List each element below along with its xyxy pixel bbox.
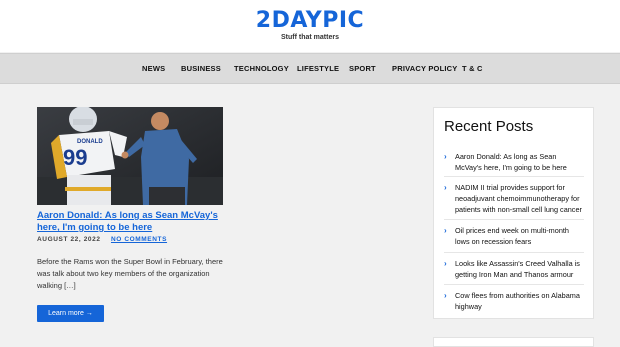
site-header: 2DAYPIC Stuff that matters bbox=[0, 0, 620, 52]
post-divider bbox=[444, 284, 584, 285]
recent-post-link[interactable]: › Cow flees from authorities on Alabama … bbox=[444, 290, 584, 312]
article-date: AUGUST 22, 2022 bbox=[37, 236, 101, 243]
nav-item-lifestyle[interactable]: LIFESTYLE bbox=[297, 64, 339, 73]
nav-item-sport[interactable]: SPORT bbox=[349, 64, 376, 73]
article-comments-link[interactable]: NO COMMENTS bbox=[111, 236, 167, 243]
recent-post-link[interactable]: › NADIM II trial provides support for ne… bbox=[444, 182, 584, 215]
chevron-right-icon: › bbox=[444, 291, 447, 300]
nav-item-business[interactable]: BUSINESS bbox=[181, 64, 221, 73]
site-tagline: Stuff that matters bbox=[281, 34, 339, 41]
learn-more-button[interactable]: Learn more → bbox=[37, 305, 104, 322]
nav-item-news[interactable]: NEWS bbox=[142, 64, 165, 73]
post-divider bbox=[444, 219, 584, 220]
main-nav: NEWS BUSINESS TECHNOLOGY LIFESTYLE SPORT… bbox=[0, 53, 620, 84]
recent-posts-title: Recent Posts bbox=[444, 118, 534, 135]
article-excerpt: Before the Rams won the Super Bowl in Fe… bbox=[37, 257, 223, 290]
jersey-name: DONALD bbox=[77, 139, 103, 145]
nav-item-terms[interactable]: T & C bbox=[462, 64, 483, 73]
chevron-right-icon: › bbox=[444, 226, 447, 235]
article-image[interactable]: 99 DONALD bbox=[37, 107, 223, 205]
nav-item-technology[interactable]: TECHNOLOGY bbox=[234, 64, 289, 73]
chevron-right-icon: › bbox=[444, 259, 447, 268]
recent-post-link[interactable]: › Aaron Donald: As long as Sean McVay's … bbox=[444, 151, 584, 173]
chevron-right-icon: › bbox=[444, 183, 447, 192]
jersey-number: 99 bbox=[63, 145, 87, 170]
post-divider bbox=[444, 176, 584, 177]
site-title[interactable]: 2DAYPIC bbox=[0, 8, 620, 33]
chevron-right-icon: › bbox=[444, 152, 447, 161]
nav-item-privacy-policy[interactable]: PRIVACY POLICY bbox=[392, 64, 457, 73]
sidebar-widget bbox=[433, 337, 594, 347]
recent-post-link[interactable]: › Oil prices end week on multi-month low… bbox=[444, 225, 584, 247]
article-meta: AUGUST 22, 2022 NO COMMENTS bbox=[37, 236, 167, 243]
recent-post-link[interactable]: › Looks like Assassin's Creed Valhalla i… bbox=[444, 258, 584, 280]
article-title-link[interactable]: Aaron Donald: As long as Sean McVay's he… bbox=[37, 210, 223, 234]
post-divider bbox=[444, 252, 584, 253]
recent-posts-widget: Recent Posts › Aaron Donald: As long as … bbox=[433, 107, 594, 319]
